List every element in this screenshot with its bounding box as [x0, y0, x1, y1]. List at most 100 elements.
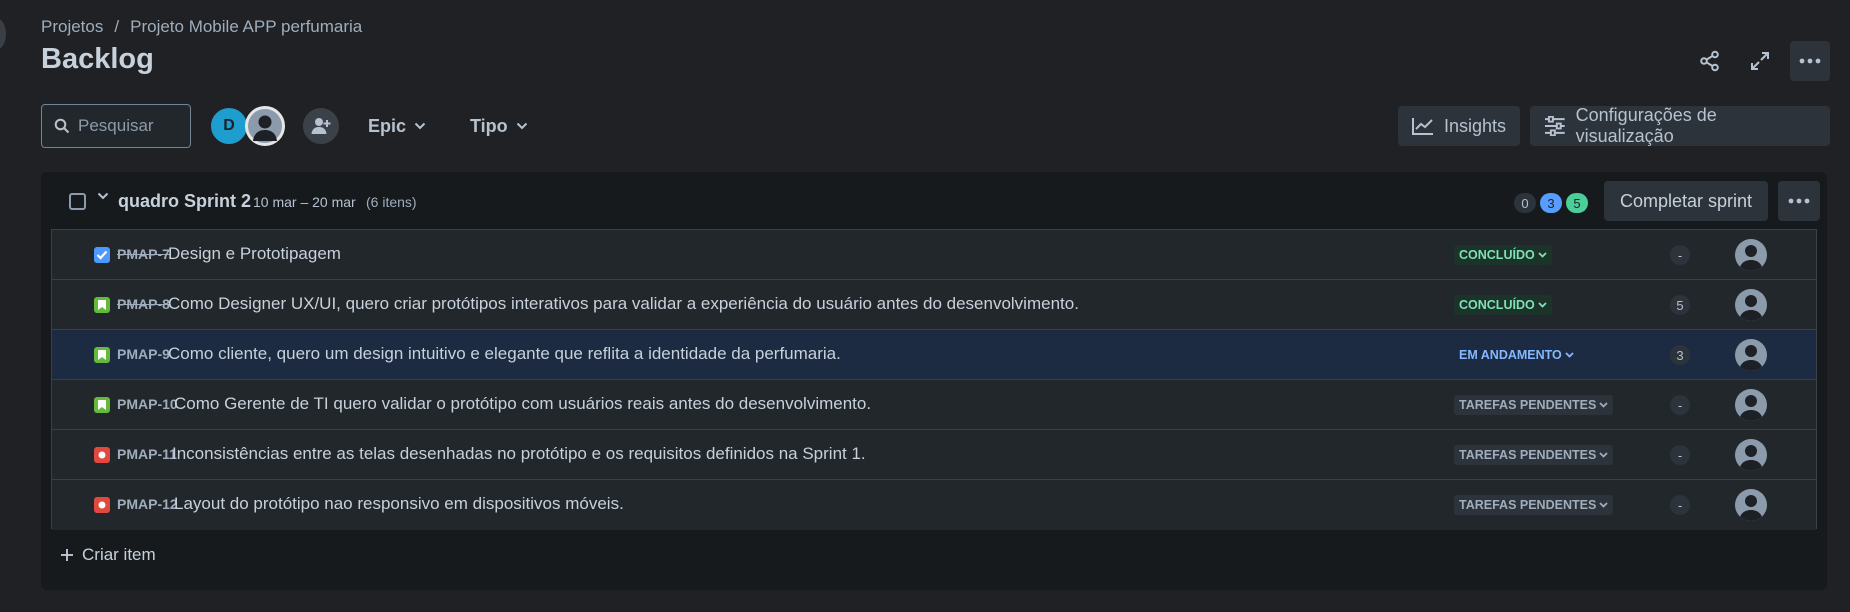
issue-summary[interactable]: Design e Prototipagem: [168, 244, 341, 264]
sprint-select-checkbox[interactable]: [69, 193, 86, 210]
story-points[interactable]: 3: [1670, 345, 1690, 365]
sprint-item-count: (6 itens): [366, 194, 417, 210]
create-issue-label: Criar item: [82, 545, 156, 564]
issue-key[interactable]: PMAP-9: [117, 346, 170, 362]
checkmark-icon: [96, 250, 108, 260]
bookmark-icon: [98, 300, 106, 310]
issue-summary[interactable]: Como Gerente de TI quero validar o protó…: [174, 394, 871, 414]
toolbar: D Epic Tipo: [41, 104, 1830, 148]
avatar-d[interactable]: D: [209, 106, 249, 146]
pill-in-progress-count: 3: [1540, 193, 1562, 213]
page-more-button[interactable]: [1790, 41, 1830, 81]
share-icon: [1700, 50, 1719, 72]
chevron-down-icon: [1599, 402, 1608, 408]
breadcrumb-project-link[interactable]: Projeto Mobile APP perfumaria: [130, 17, 362, 37]
sliders-icon: [1544, 116, 1565, 136]
header-actions: [1690, 41, 1830, 81]
status-label: EM ANDAMENTO: [1459, 348, 1562, 362]
sprint-header: quadro Sprint 2 10 mar – 20 mar (6 itens…: [41, 172, 1827, 228]
assignee-avatar[interactable]: [1735, 489, 1767, 521]
status-dropdown[interactable]: EM ANDAMENTO: [1454, 345, 1579, 365]
story-type-icon: [94, 397, 110, 413]
story-points[interactable]: -: [1670, 495, 1690, 515]
assignee-avatar[interactable]: [1735, 389, 1767, 421]
view-settings-button[interactable]: Configurações de visualização: [1530, 105, 1830, 146]
pill-done-count: 5: [1566, 193, 1588, 213]
chevron-down-icon: [414, 122, 426, 130]
issue-key[interactable]: PMAP-12: [117, 496, 178, 512]
insights-button[interactable]: Insights: [1398, 106, 1521, 146]
expand-icon: [1751, 52, 1769, 70]
collapse-chevron-icon[interactable]: [97, 192, 109, 200]
story-points[interactable]: -: [1670, 245, 1690, 265]
status-label: CONCLUÍDO: [1459, 298, 1535, 312]
status-dropdown[interactable]: TAREFAS PENDENTES: [1454, 395, 1614, 415]
plus-icon: [61, 549, 73, 561]
story-points[interactable]: -: [1670, 395, 1690, 415]
status-dropdown[interactable]: TAREFAS PENDENTES: [1454, 495, 1614, 515]
fullscreen-button[interactable]: [1740, 41, 1780, 81]
user-icon: [1739, 245, 1763, 271]
assignee-filter-avatars: D: [209, 106, 341, 146]
status-label: TAREFAS PENDENTES: [1459, 448, 1597, 462]
story-points[interactable]: -: [1670, 445, 1690, 465]
chevron-down-icon: [1565, 352, 1574, 358]
assignee-avatar[interactable]: [1735, 239, 1767, 271]
type-filter-dropdown[interactable]: Tipo: [470, 104, 528, 148]
search-input[interactable]: [78, 116, 178, 136]
status-dropdown[interactable]: TAREFAS PENDENTES: [1454, 445, 1614, 465]
issue-key[interactable]: PMAP-10: [117, 396, 178, 412]
user-icon: [253, 115, 277, 141]
issue-row[interactable]: PMAP-12 Layout do protótipo nao responsi…: [52, 480, 1816, 530]
issue-summary[interactable]: Inconsistências entre as telas desenhada…: [172, 444, 866, 464]
avatar-unassigned[interactable]: [245, 106, 285, 146]
more-icon: [1799, 58, 1821, 64]
story-type-icon: [94, 347, 110, 363]
user-icon: [1739, 495, 1763, 521]
search-box[interactable]: [41, 104, 191, 148]
epic-filter-dropdown[interactable]: Epic: [368, 104, 426, 148]
view-settings-label: Configurações de visualização: [1575, 105, 1717, 146]
sidebar-toggle-edge[interactable]: [0, 18, 6, 50]
chevron-down-icon: [1599, 502, 1608, 508]
chevron-down-icon: [1538, 302, 1547, 308]
assignee-avatar[interactable]: [1735, 439, 1767, 471]
share-button[interactable]: [1690, 41, 1730, 81]
page-title: Backlog: [41, 43, 154, 75]
chart-line-icon: [1412, 118, 1433, 135]
search-icon: [54, 118, 70, 134]
issue-row[interactable]: PMAP-8 Como Designer UX/UI, quero criar …: [52, 280, 1816, 330]
status-label: TAREFAS PENDENTES: [1459, 398, 1597, 412]
status-dropdown[interactable]: CONCLUÍDO: [1454, 245, 1552, 265]
issue-summary[interactable]: Como cliente, quero um design intuitivo …: [168, 344, 841, 364]
breadcrumb-projects-link[interactable]: Projetos: [41, 17, 103, 37]
assignee-avatar[interactable]: [1735, 289, 1767, 321]
status-dropdown[interactable]: CONCLUÍDO: [1454, 295, 1552, 315]
create-issue-button[interactable]: Criar item: [60, 545, 156, 565]
chevron-down-icon: [1538, 252, 1547, 258]
issue-key[interactable]: PMAP-8: [117, 296, 170, 312]
issue-summary[interactable]: Como Designer UX/UI, quero criar protóti…: [168, 294, 1079, 314]
issue-row[interactable]: PMAP-7 Design e Prototipagem CONCLUÍDO -: [52, 230, 1816, 280]
chevron-down-icon: [1599, 452, 1608, 458]
issue-key[interactable]: PMAP-11: [117, 446, 177, 462]
bug-dot-icon: [98, 451, 106, 459]
issue-row[interactable]: PMAP-9 Como cliente, quero um design int…: [52, 330, 1816, 380]
add-people-button[interactable]: [301, 106, 341, 146]
breadcrumb: Projetos / Projeto Mobile APP perfumaria: [41, 17, 362, 37]
sprint-dates: 10 mar – 20 mar: [253, 194, 356, 210]
issue-row[interactable]: PMAP-11 Inconsistências entre as telas d…: [52, 430, 1816, 480]
issue-row[interactable]: PMAP-10 Como Gerente de TI quero validar…: [52, 380, 1816, 430]
assignee-avatar[interactable]: [1735, 339, 1767, 371]
bookmark-icon: [98, 350, 106, 360]
complete-sprint-button[interactable]: Completar sprint: [1604, 181, 1768, 221]
status-label: CONCLUÍDO: [1459, 248, 1535, 262]
user-icon: [1739, 345, 1763, 371]
issue-key[interactable]: PMAP-7: [117, 246, 170, 262]
bug-dot-icon: [98, 501, 106, 509]
issue-summary[interactable]: Layout do protótipo nao responsivo em di…: [174, 494, 624, 514]
pill-todo-count: 0: [1514, 193, 1536, 213]
status-label: TAREFAS PENDENTES: [1459, 498, 1597, 512]
sprint-more-button[interactable]: [1778, 181, 1820, 221]
story-points[interactable]: 5: [1670, 295, 1690, 315]
